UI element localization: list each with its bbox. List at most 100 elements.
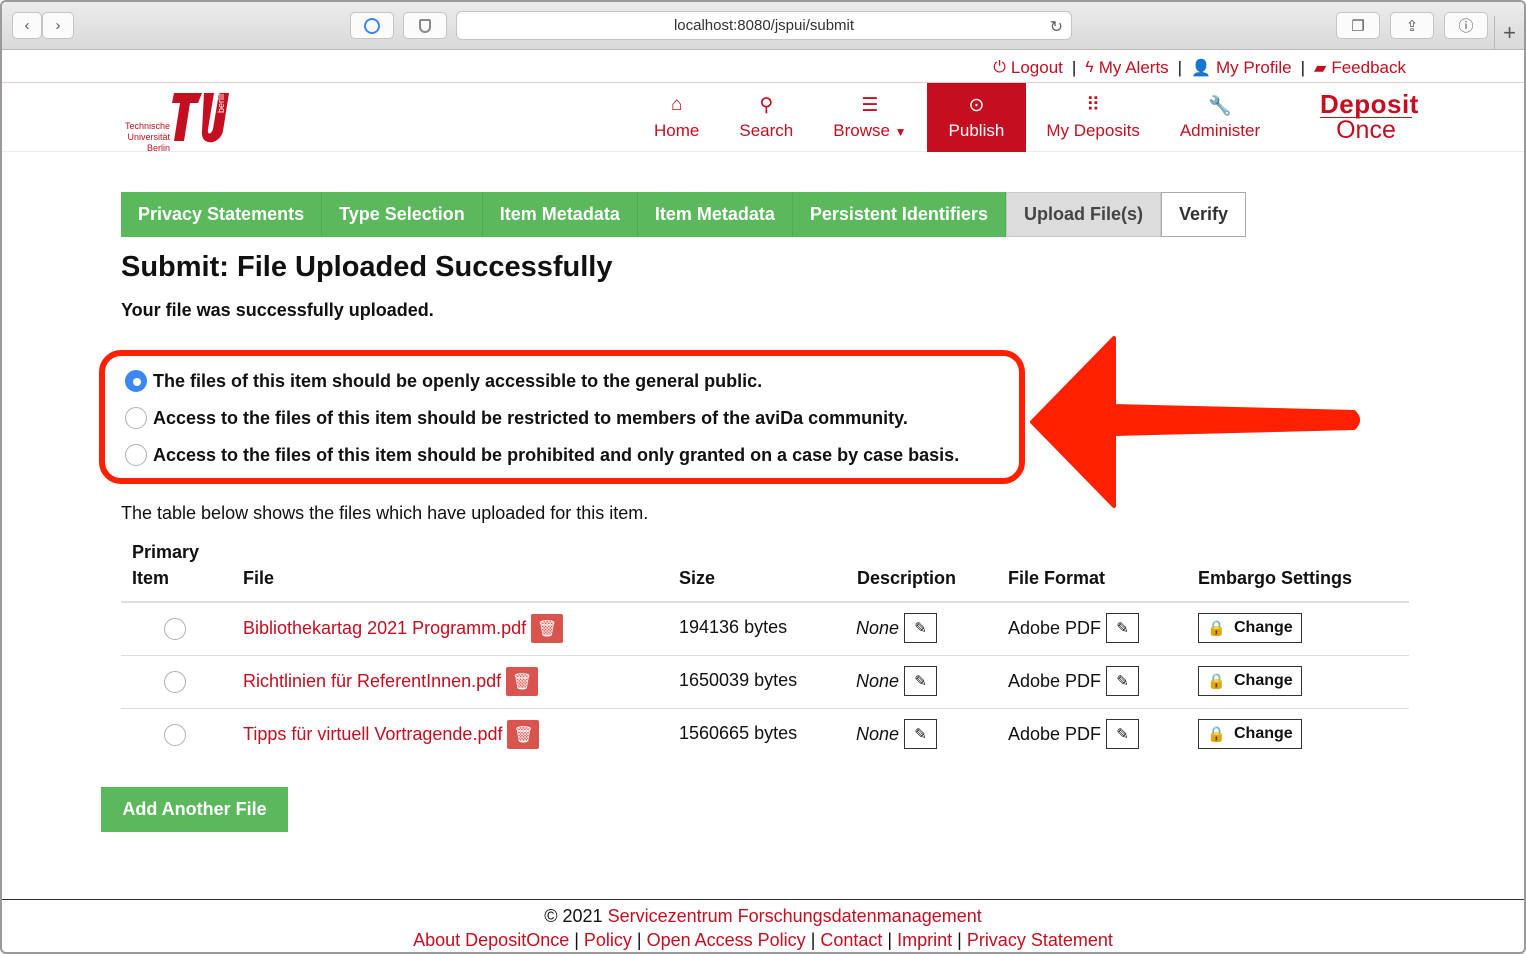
- logout-label: Logout: [1010, 58, 1063, 77]
- radio-public[interactable]: [125, 370, 147, 392]
- embargo-change-button[interactable]: 🔒 Change: [1198, 666, 1302, 696]
- access-option-prohibited[interactable]: Access to the files of this item should …: [125, 444, 959, 466]
- pencil-icon: ✎: [914, 673, 927, 690]
- file-cell: Richtlinien für ReferentInnen.pdf 🗑: [243, 667, 539, 696]
- table-intro: The table below shows the files which ha…: [121, 503, 649, 523]
- reader-button[interactable]: [403, 12, 447, 39]
- footer-org-link[interactable]: Servicezentrum Forschungsdatenmanagement: [608, 906, 982, 926]
- chevron-right-icon: ›: [55, 17, 61, 34]
- back-button[interactable]: ‹: [12, 12, 42, 39]
- step-item-metadata-1[interactable]: Item Metadata: [482, 192, 638, 237]
- nav-browse-label-wrap: Browse ▼: [833, 121, 906, 141]
- edit-description-button[interactable]: ✎: [904, 666, 938, 696]
- edit-description-button[interactable]: ✎: [904, 719, 938, 749]
- edit-format-button[interactable]: ✎: [1106, 719, 1140, 749]
- edit-description-button[interactable]: ✎: [904, 613, 938, 643]
- embargo-change-button[interactable]: 🔒 Change: [1198, 719, 1302, 749]
- step-persistent-identifiers[interactable]: Persistent Identifiers: [792, 192, 1006, 237]
- step-upload-files[interactable]: Upload File(s): [1005, 192, 1161, 237]
- step-verify[interactable]: Verify: [1160, 192, 1247, 237]
- primary-radio[interactable]: [164, 671, 186, 693]
- primary-radio[interactable]: [164, 724, 186, 746]
- embargo-change-button[interactable]: 🔒 Change: [1198, 613, 1302, 643]
- format-value: Adobe PDF: [1008, 670, 1102, 691]
- nav-browse[interactable]: ☰ Browse ▼: [813, 83, 926, 152]
- embargo-label: Change: [1234, 619, 1293, 636]
- file-link[interactable]: Bibliothekartag 2021 Programm.pdf: [243, 618, 526, 639]
- brand-line: Once: [1336, 116, 1396, 144]
- reload-icon[interactable]: ↻: [1050, 17, 1063, 37]
- footer-link-policy[interactable]: Policy: [584, 930, 632, 950]
- nav-search[interactable]: ⚲ Search: [719, 83, 813, 152]
- password-icon: [364, 17, 380, 34]
- table-row: Richtlinien für ReferentInnen.pdf 🗑 1650…: [121, 655, 1409, 708]
- footer-copyright-line: © 2021 Servicezentrum Forschungsdatenman…: [2, 906, 1524, 927]
- address-bar[interactable]: localhost:8080/jspui/submit ↻: [456, 11, 1072, 40]
- pencil-icon: ✎: [1116, 726, 1129, 743]
- depositonce-logo[interactable]: Deposit Once: [1320, 91, 1418, 144]
- step-item-metadata-2[interactable]: Item Metadata: [637, 192, 793, 237]
- table-row: Bibliothekartag 2021 Programm.pdf 🗑 1941…: [121, 602, 1409, 655]
- footer-link-imprint[interactable]: Imprint: [897, 930, 952, 950]
- copyright-text: © 2021: [544, 906, 603, 926]
- delete-file-button[interactable]: 🗑: [531, 614, 564, 643]
- success-message: Your file was successfully uploaded.: [121, 300, 434, 320]
- upload-circle-icon: ⊙: [968, 95, 985, 116]
- file-size: 1560665 bytes: [679, 723, 798, 743]
- lock-icon: 🔒: [1207, 673, 1226, 690]
- forward-button[interactable]: ›: [42, 12, 74, 39]
- user-icon: 👤: [1191, 60, 1212, 77]
- new-tab-button[interactable]: +: [1494, 16, 1524, 50]
- profile-link[interactable]: 👤 My Profile: [1191, 58, 1292, 78]
- radio-restricted[interactable]: [125, 407, 147, 429]
- file-link[interactable]: Richtlinien für ReferentInnen.pdf: [243, 671, 501, 692]
- nav-administer[interactable]: 🔧 Administer: [1160, 83, 1280, 152]
- edit-format-button[interactable]: ✎: [1106, 666, 1140, 696]
- embargo-label: Change: [1234, 672, 1293, 689]
- site-footer: © 2021 Servicezentrum Forschungsdatenman…: [2, 899, 1524, 952]
- separator: |: [1071, 58, 1077, 77]
- access-option-restricted[interactable]: Access to the files of this item should …: [125, 407, 908, 429]
- logout-link[interactable]: ⏻ Logout: [993, 58, 1063, 78]
- footer-link-privacy[interactable]: Privacy Statement: [967, 930, 1113, 950]
- description-value: None: [856, 723, 900, 744]
- delete-file-button[interactable]: 🗑: [506, 667, 539, 696]
- password-manager-button[interactable]: [350, 12, 394, 39]
- share-button[interactable]: ⇪: [1390, 12, 1434, 39]
- file-size: 1650039 bytes: [679, 670, 798, 690]
- edit-format-button[interactable]: ✎: [1106, 613, 1140, 643]
- feedback-link[interactable]: ▰ Feedback: [1314, 58, 1406, 78]
- annotation-arrow-icon: [1030, 336, 1360, 508]
- alerts-link[interactable]: ϟ My Alerts: [1085, 58, 1168, 78]
- delete-file-button[interactable]: 🗑: [507, 720, 540, 749]
- pencil-icon: ✎: [914, 726, 927, 743]
- description-cell: None ✎: [856, 613, 938, 643]
- footer-link-about[interactable]: About DepositOnce: [413, 930, 569, 950]
- add-another-file-button[interactable]: Add Another File: [101, 787, 288, 832]
- nav-my-deposits[interactable]: ⠿ My Deposits: [1026, 83, 1160, 152]
- grid-icon: ⠿: [1086, 95, 1101, 116]
- info-button[interactable]: ⓘ: [1444, 12, 1488, 39]
- share-icon: ⇪: [1405, 17, 1419, 35]
- access-option-public[interactable]: The files of this item should be openly …: [125, 370, 762, 392]
- radio-prohibited[interactable]: [125, 444, 147, 466]
- tu-berlin-logo[interactable]: Technische Universität Berlin berlin: [120, 89, 236, 153]
- lock-icon: 🔒: [1207, 620, 1226, 637]
- primary-radio[interactable]: [164, 618, 186, 640]
- shield-icon: [419, 18, 431, 33]
- nav-publish[interactable]: ⊙ Publish: [926, 83, 1027, 152]
- file-link[interactable]: Tipps für virtuell Vortragende.pdf: [243, 724, 502, 745]
- home-icon: ⌂: [670, 94, 683, 115]
- utility-links: ⏻ Logout | ϟ My Alerts | 👤 My Profile | ▰ Fe…: [993, 58, 1406, 78]
- embargo-label: Change: [1234, 725, 1293, 742]
- footer-link-contact[interactable]: Contact: [820, 930, 882, 950]
- tabs-button[interactable]: ❐: [1336, 12, 1380, 39]
- step-privacy-statements[interactable]: Privacy Statements: [121, 192, 323, 237]
- footer-link-open-access[interactable]: Open Access Policy: [647, 930, 806, 950]
- access-option-label: The files of this item should be openly …: [153, 370, 763, 391]
- nav-home[interactable]: ⌂ Home: [634, 83, 719, 152]
- format-cell: Adobe PDF ✎: [1008, 666, 1140, 696]
- nav-search-label: Search: [739, 121, 794, 140]
- step-type-selection[interactable]: Type Selection: [322, 192, 483, 237]
- pencil-icon: ✎: [1116, 620, 1129, 637]
